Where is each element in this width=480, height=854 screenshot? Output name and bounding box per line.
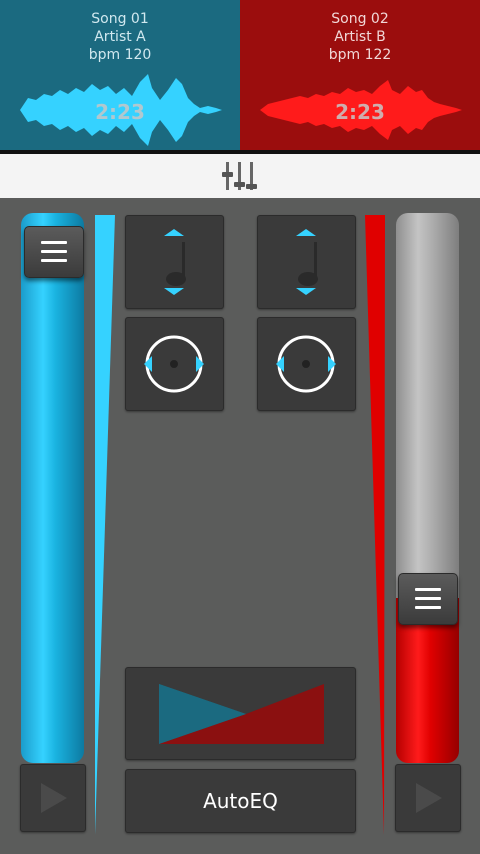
deck-a-track-info: Song 01 Artist A bpm 120 — [0, 10, 240, 64]
deck-b-artist: Artist B — [334, 29, 386, 45]
deck-b-level-meter — [365, 215, 385, 835]
deck-b-volume-handle[interactable] — [398, 573, 458, 625]
deck-a-level-meter — [95, 215, 115, 835]
vinyl-jog-icon — [276, 335, 336, 393]
deck-a-pitch-button[interactable] — [125, 215, 224, 309]
deck-a-time: 2:23 — [95, 100, 145, 124]
crossfader-button[interactable] — [125, 667, 356, 760]
music-note-pitch-icon — [296, 229, 318, 295]
deck-b-volume-fader-track[interactable] — [396, 213, 459, 598]
deck-b-song-title: Song 02 — [331, 11, 389, 27]
crossfader-icon — [159, 684, 324, 744]
music-note-pitch-icon — [164, 229, 186, 295]
deck-b-pitch-button[interactable] — [257, 215, 356, 309]
deck-b-track-info: Song 02 Artist B bpm 122 — [240, 10, 480, 64]
play-icon — [416, 783, 442, 813]
deck-a-volume-fader[interactable] — [21, 213, 84, 763]
deck-b-jog-button[interactable] — [257, 317, 356, 411]
deck-a-artist: Artist A — [94, 29, 146, 45]
deck-a-volume-handle[interactable] — [24, 226, 84, 278]
deck-b-header[interactable]: Song 02 Artist B bpm 122 2:23 — [240, 0, 480, 150]
deck-b-bpm: bpm 122 — [328, 47, 392, 63]
deck-b-play-button[interactable] — [395, 764, 461, 832]
deck-a-jog-button[interactable] — [125, 317, 224, 411]
deck-a-song-title: Song 01 — [91, 11, 149, 27]
deck-b-time: 2:23 — [335, 100, 385, 124]
deck-a-bpm: bpm 120 — [88, 47, 152, 63]
vinyl-jog-icon — [144, 335, 204, 393]
play-icon — [41, 783, 67, 813]
deck-a-header[interactable]: Song 01 Artist A bpm 120 2:23 — [0, 0, 240, 150]
deck-a-play-button[interactable] — [20, 764, 86, 832]
mixer-sliders-icon[interactable] — [220, 158, 260, 194]
mixer-toggle-bar[interactable] — [0, 154, 480, 198]
auto-eq-button[interactable]: AutoEQ — [125, 769, 356, 833]
